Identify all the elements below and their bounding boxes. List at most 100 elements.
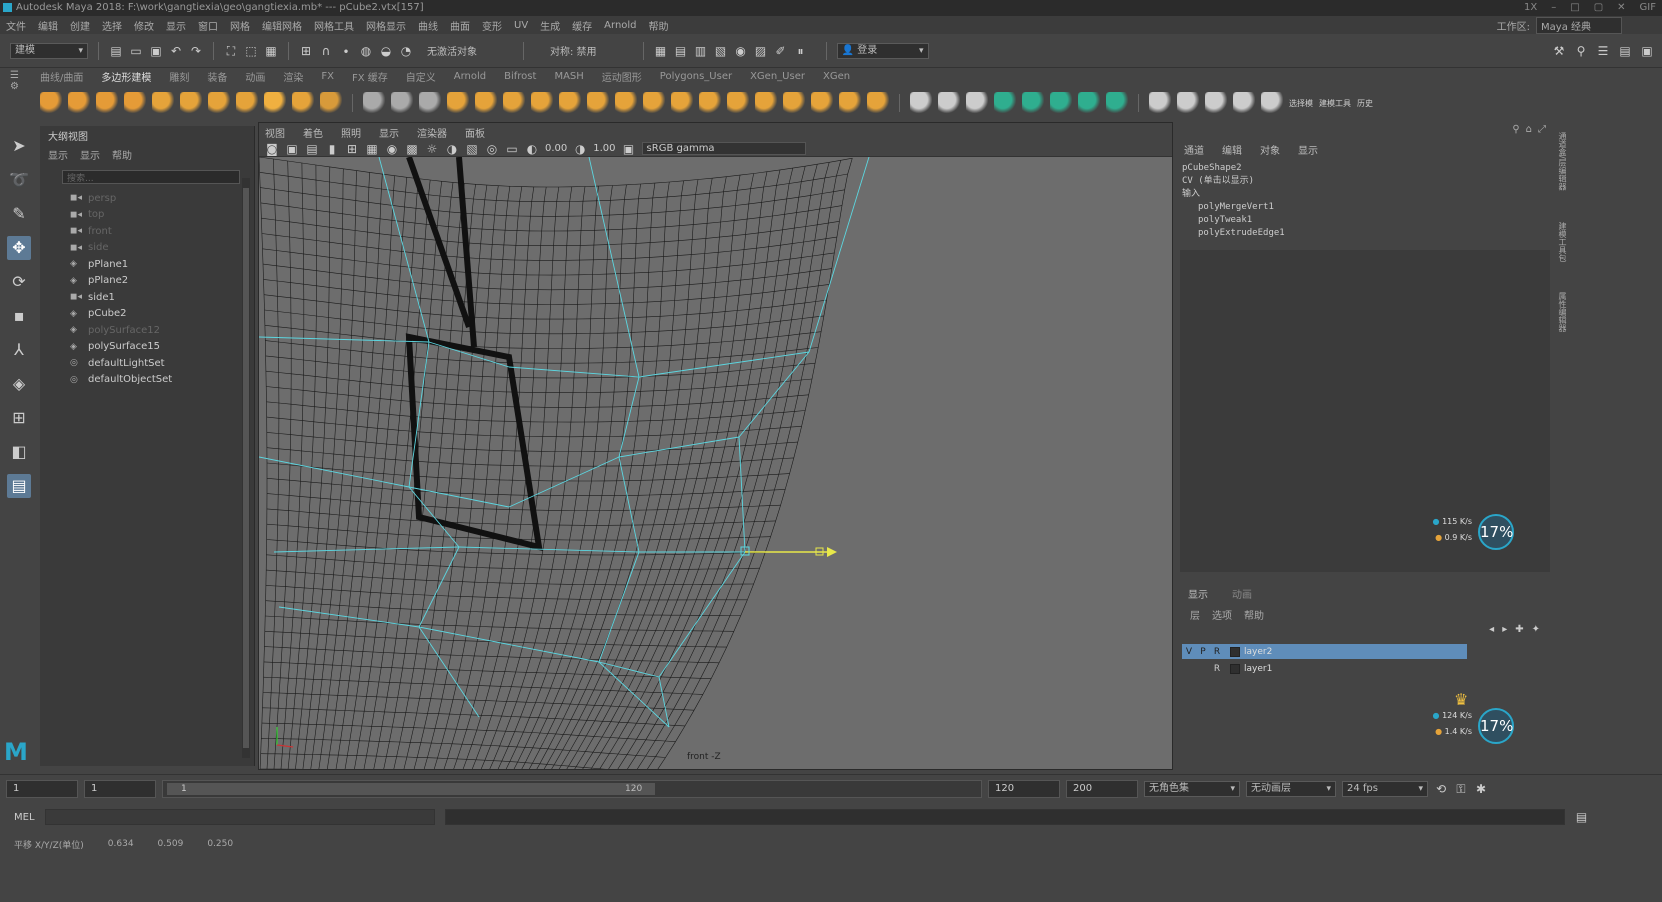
layer-row-selected[interactable]: V P R layer2 <box>1182 644 1467 659</box>
current-range-start-field[interactable]: 1 <box>84 779 156 798</box>
mel-input[interactable] <box>44 809 435 825</box>
outliner-search-input[interactable]: 搜索... <box>62 170 240 184</box>
outliner-item[interactable]: ◈ pPlane2 <box>40 273 254 290</box>
shelf-tool-icon[interactable] <box>391 92 413 114</box>
select-hierarchy-icon[interactable]: ⛶ <box>224 44 238 58</box>
move-tool-icon[interactable]: ✥ <box>7 236 31 260</box>
shelf-tab[interactable]: MASH <box>554 71 583 82</box>
shelf-tool-icon[interactable] <box>419 92 441 114</box>
range-slider[interactable]: 1 120 <box>162 779 982 798</box>
workspace-dropdown[interactable]: Maya 经典 <box>1536 16 1622 34</box>
image-plane-icon[interactable]: ▮ <box>325 142 339 156</box>
smooth-shade-icon[interactable]: ◉ <box>385 142 399 156</box>
outliner-item[interactable]: ◼◂ side1 <box>40 289 254 306</box>
side-tab-channel-box[interactable]: 通道盒/层编辑器 <box>1558 132 1568 212</box>
script-editor-icon[interactable]: ▤ <box>1575 810 1589 824</box>
menu-curves[interactable]: 曲线 <box>418 18 438 33</box>
color-space-dropdown[interactable]: sRGB gamma <box>641 142 806 155</box>
key-icon[interactable]: ⚿ <box>1454 782 1468 796</box>
menu-surfaces[interactable]: 曲面 <box>450 18 470 33</box>
shelf-tool-icon[interactable] <box>180 92 202 114</box>
texture-icon[interactable]: ▩ <box>405 142 419 156</box>
menu-mesh-display[interactable]: 网格显示 <box>366 18 406 33</box>
new-layer-selected-icon[interactable]: ✦ <box>1532 624 1540 635</box>
gif-button[interactable]: GIF <box>1640 0 1656 16</box>
shelf-tool-icon[interactable] <box>1177 92 1199 114</box>
shadows-icon[interactable]: ◑ <box>445 142 459 156</box>
maximize-button[interactable]: ▢ <box>1594 0 1603 16</box>
single-view-icon[interactable]: ◈ <box>7 372 31 396</box>
select-object-icon[interactable]: ⬚ <box>244 44 258 58</box>
end-frame-field[interactable]: 120 <box>988 779 1060 798</box>
shelf-tool-icon[interactable] <box>671 92 693 114</box>
restore-button[interactable]: □ <box>1570 0 1579 16</box>
save-scene-icon[interactable]: ▣ <box>149 44 163 58</box>
viewport-menu-show[interactable]: 显示 <box>379 125 399 140</box>
reference-toggle[interactable]: R <box>1210 647 1224 657</box>
shelf-tool-icon[interactable] <box>1233 92 1255 114</box>
outliner-item[interactable]: ◎ defaultObjectSet <box>40 372 254 389</box>
color-management-icon[interactable]: ▣ <box>622 142 636 156</box>
menu-windows[interactable]: 窗口 <box>198 18 218 33</box>
channel-tab[interactable]: 对象 <box>1260 142 1280 157</box>
gamma-field[interactable]: 1.00 <box>593 143 615 154</box>
layer-color-swatch[interactable] <box>1230 663 1240 674</box>
outliner-menu-item[interactable]: 显示 <box>48 147 68 162</box>
close-button[interactable]: ✕ <box>1617 0 1625 16</box>
cv-label[interactable]: CV (单击以显示) <box>1182 175 1285 188</box>
viewport-menu-lighting[interactable]: 照明 <box>341 125 361 140</box>
menu-display[interactable]: 显示 <box>166 18 186 33</box>
shelf-tab-active[interactable]: 多边形建模 <box>101 69 151 84</box>
snap-view-icon[interactable]: ◍ <box>359 44 373 58</box>
pause-icon[interactable]: ⏸ <box>794 44 808 58</box>
menu-deform[interactable]: 变形 <box>482 18 502 33</box>
shelf-tool-icon[interactable] <box>811 92 833 114</box>
shelf-tool-icon[interactable] <box>531 92 553 114</box>
layer-tab-anim[interactable]: 动画 <box>1232 586 1252 601</box>
snap-surface-icon[interactable]: ◒ <box>379 44 393 58</box>
shelf-tool-icon[interactable] <box>320 92 342 114</box>
shelf-tool-icon[interactable] <box>587 92 609 114</box>
shelf-tab[interactable]: 曲线/曲面 <box>40 69 83 84</box>
shelf-tool-icon[interactable] <box>503 92 525 114</box>
shelf-tool-icon[interactable] <box>68 92 90 114</box>
shelf-tool-icon[interactable] <box>966 92 988 114</box>
object-name[interactable]: pCubeShape2 <box>1182 162 1285 175</box>
channel-tab[interactable]: 编辑 <box>1222 142 1242 157</box>
layer-menu-item[interactable]: 帮助 <box>1244 607 1264 622</box>
shelf-tool-icon[interactable] <box>615 92 637 114</box>
open-scene-icon[interactable]: ▭ <box>129 44 143 58</box>
shelf-tool-icon[interactable] <box>755 92 777 114</box>
viewport-menu-renderer[interactable]: 渲染器 <box>417 125 447 140</box>
scrollbar-thumb[interactable] <box>243 188 249 748</box>
symmetry-object-label[interactable]: 无激活对象 <box>427 43 477 58</box>
hypershade-icon[interactable]: ◉ <box>734 44 748 58</box>
shelf-tool-icon[interactable] <box>447 92 469 114</box>
shelf-tab[interactable]: 动画 <box>245 69 265 84</box>
viewport-menu-panels[interactable]: 面板 <box>465 125 485 140</box>
outliner-item[interactable]: ◎ defaultLightSet <box>40 355 254 372</box>
render-frame-icon[interactable]: ▤ <box>674 44 688 58</box>
exposure-icon[interactable]: ◐ <box>525 142 539 156</box>
snap-grid-icon[interactable]: ⊞ <box>299 44 313 58</box>
select-component-icon[interactable]: ▦ <box>264 44 278 58</box>
camera-attributes-icon[interactable]: ▣ <box>285 142 299 156</box>
shelf-tool-icon[interactable] <box>236 92 258 114</box>
bookmark-icon[interactable]: ▤ <box>305 142 319 156</box>
shelf-tool-icon[interactable] <box>727 92 749 114</box>
new-layer-icon[interactable]: ✚ <box>1515 624 1523 635</box>
menu-mesh[interactable]: 网格 <box>230 18 250 33</box>
move-layer-up-icon[interactable]: ◂ <box>1489 624 1494 635</box>
character-set-dropdown[interactable]: 无角色集 <box>1144 780 1240 797</box>
input-node[interactable]: polyTweak1 <box>1182 214 1285 227</box>
shelf-tool-icon[interactable] <box>839 92 861 114</box>
outliner-menu-item[interactable]: 显示 <box>80 147 100 162</box>
snap-live-icon[interactable]: ◔ <box>399 44 413 58</box>
shelf-tool-icon[interactable] <box>40 92 62 114</box>
scale-tool-icon[interactable]: ▪ <box>7 304 31 328</box>
wireframe-icon[interactable]: ▦ <box>365 142 379 156</box>
paint-select-icon[interactable]: ✎ <box>7 202 31 226</box>
shelf-tool-icon[interactable] <box>1261 92 1283 114</box>
help-icon[interactable]: ⌂ <box>1526 124 1532 135</box>
loop-icon[interactable]: ⟲ <box>1434 782 1448 796</box>
